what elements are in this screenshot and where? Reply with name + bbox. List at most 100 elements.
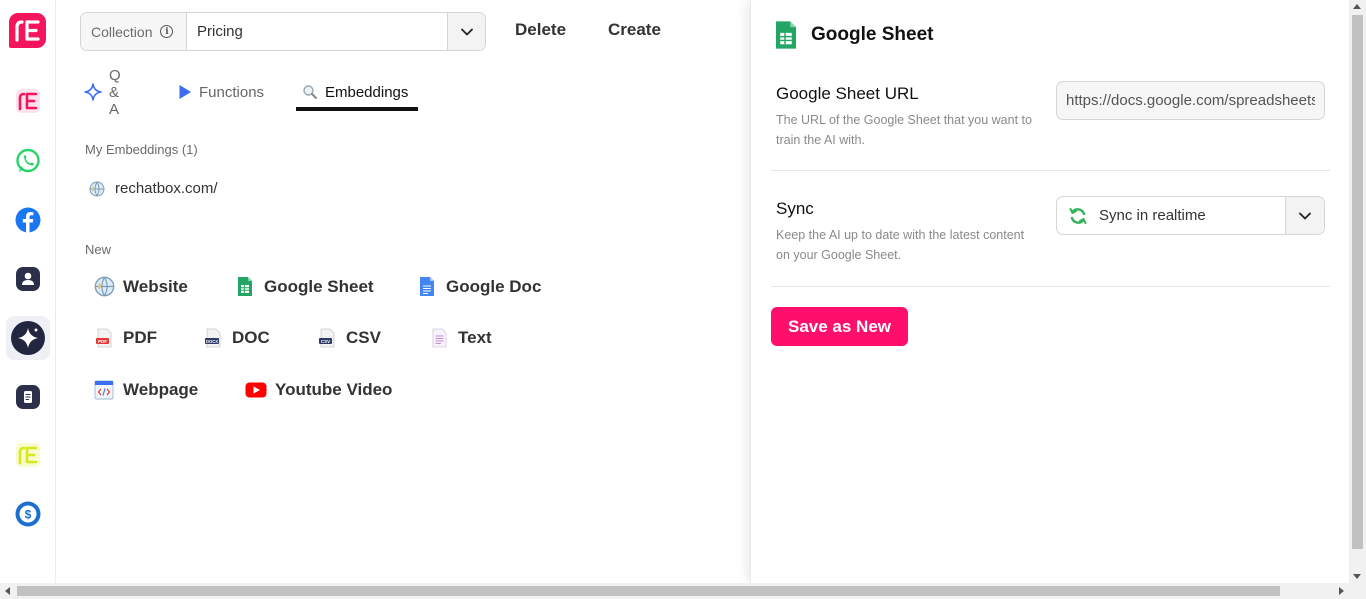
google-sheet-icon xyxy=(773,20,799,50)
source-youtube[interactable]: Youtube Video xyxy=(245,380,392,400)
vertical-scrollbar[interactable] xyxy=(1349,0,1366,583)
document-icon xyxy=(16,385,40,409)
source-google-doc-label: Google Doc xyxy=(446,276,542,296)
sync-description: Keep the AI up to date with the latest c… xyxy=(776,228,1025,262)
webpage-icon xyxy=(93,380,115,400)
tab-embeddings-label: Embeddings xyxy=(325,83,409,101)
google-doc-icon xyxy=(416,276,438,297)
rechatbox-yellow-icon xyxy=(16,443,40,467)
globe-icon xyxy=(93,276,115,297)
app-logo[interactable] xyxy=(9,13,46,48)
collection-selector[interactable]: Collection i Pricing xyxy=(80,12,486,51)
main-content: Collection i Pricing Delete Create Q & A xyxy=(56,0,750,583)
panel-title: Google Sheet xyxy=(773,20,933,50)
collection-dropdown-button[interactable] xyxy=(447,13,485,50)
sync-select-value: Sync in realtime xyxy=(1099,207,1206,224)
sidebar-item-rechatbox[interactable] xyxy=(13,86,43,116)
source-google-sheet[interactable]: Google Sheet xyxy=(234,276,374,297)
sidebar-item-rechatbox-yellow[interactable] xyxy=(13,440,43,470)
horizontal-scrollbar[interactable] xyxy=(0,583,1366,599)
pdf-file-icon: PDF xyxy=(93,328,115,348)
scroll-down-arrow-icon[interactable] xyxy=(1353,574,1361,579)
sidebar: $ xyxy=(0,0,56,583)
tab-qa[interactable]: Q & A xyxy=(84,67,121,118)
scroll-left-arrow-icon[interactable] xyxy=(5,587,10,595)
search-icon xyxy=(302,84,318,100)
doc-file-icon: DOCX xyxy=(202,328,224,348)
contact-icon xyxy=(16,267,40,291)
chevron-down-icon xyxy=(1299,212,1311,220)
scroll-right-arrow-icon[interactable] xyxy=(1339,587,1344,595)
tab-embeddings[interactable]: Embeddings xyxy=(302,74,408,110)
source-text-label: Text xyxy=(458,328,492,347)
sync-dropdown-button[interactable] xyxy=(1285,197,1324,234)
source-csv[interactable]: CSV CSV xyxy=(316,328,381,348)
sidebar-item-contacts[interactable] xyxy=(13,264,43,294)
sync-icon xyxy=(1068,206,1088,226)
new-sources-heading: New xyxy=(85,242,112,257)
sidebar-item-facebook[interactable] xyxy=(13,205,43,235)
tab-functions[interactable]: Functions xyxy=(178,74,264,110)
scroll-up-arrow-icon[interactable] xyxy=(1353,4,1361,9)
sidebar-item-whatsapp[interactable] xyxy=(13,146,43,176)
csv-file-icon: CSV xyxy=(316,328,338,348)
chevron-down-icon xyxy=(460,28,473,36)
svg-text:$: $ xyxy=(25,508,32,522)
facebook-icon xyxy=(15,207,41,233)
source-doc-label: DOC xyxy=(232,328,270,347)
my-embeddings-heading: My Embeddings (1) xyxy=(85,142,198,157)
source-youtube-label: Youtube Video xyxy=(275,380,393,399)
source-google-sheet-label: Google Sheet xyxy=(264,276,374,296)
source-webpage[interactable]: Webpage xyxy=(93,380,198,400)
embedding-item-label: rechatbox.com/ xyxy=(115,180,218,197)
delete-button[interactable]: Delete xyxy=(515,20,566,40)
svg-text:PDF: PDF xyxy=(98,339,107,344)
collection-label-text: Collection xyxy=(91,23,153,40)
tab-qa-label: Q & A xyxy=(109,66,121,118)
vertical-scroll-thumb[interactable] xyxy=(1352,15,1363,549)
embedding-item[interactable]: rechatbox.com/ xyxy=(89,180,218,197)
google-sheet-icon xyxy=(234,276,256,297)
source-pdf-label: PDF xyxy=(123,328,157,347)
source-text[interactable]: Text xyxy=(428,328,492,348)
sync-title: Sync xyxy=(776,199,814,218)
google-sheet-panel: Google Sheet Google Sheet URL The URL of… xyxy=(750,0,1349,583)
tab-active-indicator xyxy=(296,107,418,111)
play-icon xyxy=(178,84,192,100)
divider xyxy=(771,286,1330,287)
create-button[interactable]: Create xyxy=(608,20,661,40)
sidebar-item-billing[interactable]: $ xyxy=(13,499,43,529)
source-csv-label: CSV xyxy=(346,328,381,347)
sidebar-item-documents[interactable] xyxy=(13,382,43,412)
source-website[interactable]: Website xyxy=(93,276,188,297)
collection-label: Collection i xyxy=(81,13,187,50)
save-as-new-button[interactable]: Save as New xyxy=(771,307,908,346)
sync-select[interactable]: Sync in realtime xyxy=(1056,196,1325,235)
youtube-icon xyxy=(245,382,267,398)
sheet-url-input[interactable] xyxy=(1056,81,1325,120)
sheet-url-description: The URL of the Google Sheet that you wan… xyxy=(776,113,1032,147)
whatsapp-icon xyxy=(16,148,40,173)
info-icon[interactable]: i xyxy=(160,25,174,38)
billing-icon: $ xyxy=(15,501,41,527)
panel-title-text: Google Sheet xyxy=(811,24,934,45)
sheet-url-title: Google Sheet URL xyxy=(776,84,919,103)
collection-value: Pricing xyxy=(197,23,243,40)
sparkle-icon xyxy=(84,83,102,101)
source-pdf[interactable]: PDF PDF xyxy=(93,328,157,348)
source-google-doc[interactable]: Google Doc xyxy=(416,276,541,297)
globe-icon xyxy=(89,181,105,197)
tab-functions-label: Functions xyxy=(199,83,265,101)
rechatbox-icon xyxy=(16,89,40,113)
horizontal-scroll-thumb[interactable] xyxy=(17,586,1280,596)
rechatbox-logo-icon xyxy=(15,20,40,42)
source-webpage-label: Webpage xyxy=(123,380,199,399)
svg-text:DOCX: DOCX xyxy=(206,339,218,344)
ai-sparkle-icon xyxy=(11,321,45,355)
sidebar-item-ai-training[interactable] xyxy=(6,316,50,360)
divider xyxy=(771,170,1330,171)
text-file-icon xyxy=(428,328,450,348)
svg-text:CSV: CSV xyxy=(321,339,330,344)
source-website-label: Website xyxy=(123,276,188,296)
source-doc[interactable]: DOCX DOC xyxy=(202,328,270,348)
